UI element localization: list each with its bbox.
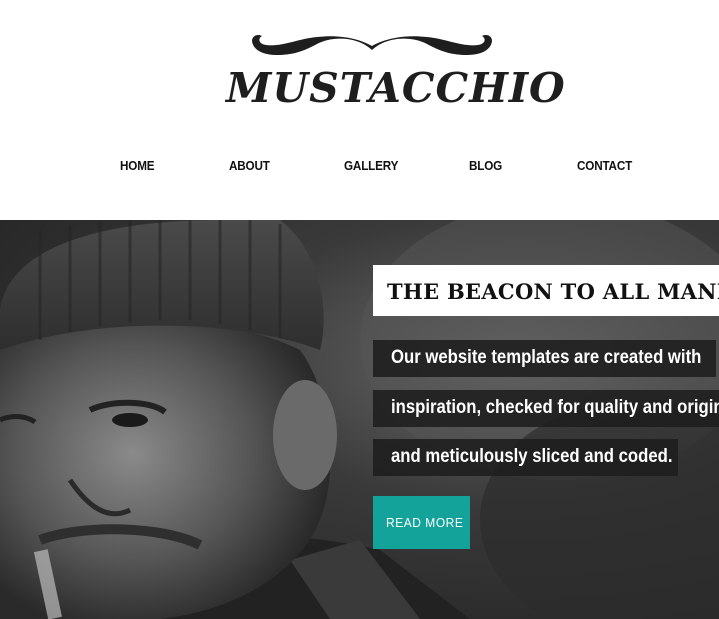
hero-text-line-1: Our website templates are created with <box>373 340 716 377</box>
hero-headline: THE BEACON TO ALL MANKIND <box>387 279 719 304</box>
logo-text: MUSTACCHIO <box>226 64 566 112</box>
nav-item-gallery[interactable]: GALLERY <box>344 158 398 173</box>
nav-item-blog[interactable]: BLOG <box>469 158 502 173</box>
logo[interactable]: MUSTACCHIO <box>222 30 565 120</box>
read-more-button[interactable]: READ MORE <box>373 496 470 549</box>
nav-item-about[interactable]: ABOUT <box>229 158 270 173</box>
nav-item-contact[interactable]: CONTACT <box>577 158 632 173</box>
site-header: MUSTACCHIO HOME ABOUT GALLERY BLOG CONTA… <box>0 0 719 220</box>
hero-text: and meticulously sliced and coded. <box>391 446 673 467</box>
hero-text: Our website templates are created with <box>391 347 702 368</box>
read-more-label: READ MORE <box>386 515 464 530</box>
hero-text: inspiration, checked for quality and ori… <box>391 397 719 418</box>
hero-banner: THE BEACON TO ALL MANKIND Our website te… <box>0 220 719 619</box>
headline-box: THE BEACON TO ALL MANKIND <box>373 265 719 316</box>
hero-text-line-3: and meticulously sliced and coded. <box>373 439 678 476</box>
hero-text-line-2: inspiration, checked for quality and ori… <box>373 390 719 427</box>
nav-item-home[interactable]: HOME <box>120 158 155 173</box>
main-nav: HOME ABOUT GALLERY BLOG CONTACT <box>0 158 719 180</box>
